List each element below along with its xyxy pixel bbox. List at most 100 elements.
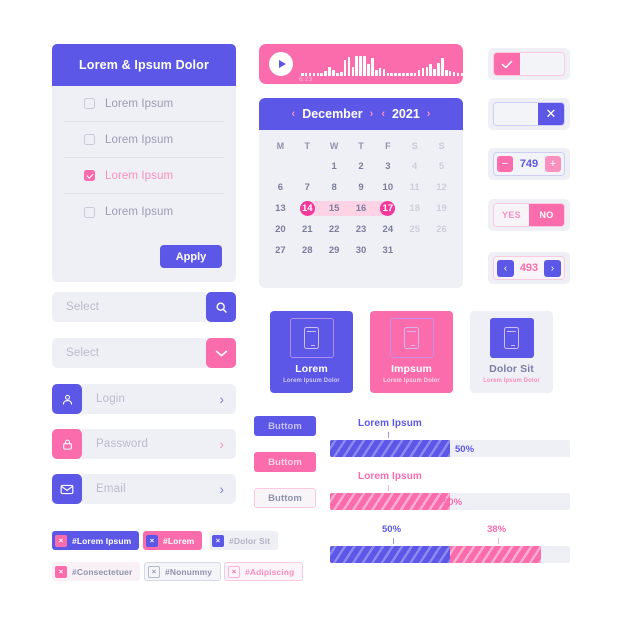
calendar-day-number[interactable]: 15 <box>327 201 342 216</box>
feature-card[interactable]: Lorem Lorem Ipsum Dolor <box>270 311 353 393</box>
chevron-left-icon-year[interactable]: ‹ <box>380 108 386 120</box>
close-icon[interactable]: × <box>146 534 158 547</box>
calendar-day[interactable]: 24 <box>374 219 401 240</box>
tag-chip[interactable]: × #Dolor Sit <box>209 531 279 550</box>
checkbox-row[interactable]: Lorem Ipsum <box>64 86 224 122</box>
calendar-day[interactable]: 10 <box>374 177 401 198</box>
calendar-day-number[interactable]: 23 <box>353 222 368 237</box>
close-toggle-empty[interactable] <box>494 103 538 125</box>
email-field[interactable]: Email › <box>52 474 236 504</box>
play-icon[interactable] <box>269 52 293 76</box>
close-icon[interactable]: × <box>228 565 240 578</box>
calendar-day-number[interactable]: 17 <box>380 201 396 216</box>
calendar-day[interactable]: 15 <box>320 198 348 219</box>
page-next-button[interactable]: › <box>544 259 561 277</box>
select-search-body[interactable]: Select <box>52 292 206 322</box>
calendar-day[interactable]: 18 <box>401 198 428 219</box>
calendar-day-number[interactable]: 11 <box>407 180 422 195</box>
calendar-day-number[interactable]: 5 <box>434 159 449 174</box>
button-primary[interactable]: Buttom <box>254 416 316 436</box>
calendar-day[interactable]: 27 <box>267 240 294 261</box>
tag-chip[interactable]: × #Lorem <box>143 531 203 550</box>
calendar-day[interactable]: 8 <box>321 177 348 198</box>
login-input[interactable]: Login › <box>82 384 236 414</box>
calendar-day-number[interactable]: 28 <box>300 243 315 258</box>
close-icon[interactable]: × <box>55 565 67 578</box>
calendar-day[interactable]: 14 <box>294 198 321 219</box>
calendar-day[interactable]: 30 <box>348 240 375 261</box>
button-outline[interactable]: Buttom <box>254 488 316 508</box>
calendar-day-number[interactable]: 14 <box>299 201 315 216</box>
calendar-day-number[interactable]: 1 <box>327 159 342 174</box>
chevron-right-icon[interactable]: › <box>219 436 224 452</box>
tag-chip[interactable]: × #Nonummy <box>144 562 222 581</box>
calendar-day-number[interactable]: 24 <box>380 222 395 237</box>
calendar-day[interactable]: 13 <box>267 198 294 219</box>
chevron-left-icon-month[interactable]: ‹ <box>291 108 297 120</box>
calendar-day-number[interactable]: 10 <box>380 180 395 195</box>
calendar-day[interactable]: 29 <box>321 240 348 261</box>
feature-card[interactable]: Dolor Sit Lorem Ipsum Dolor <box>470 311 553 393</box>
calendar-day[interactable]: 21 <box>294 219 321 240</box>
feature-card[interactable]: Impsum Lorem Ipsum Dolor <box>370 311 453 393</box>
calendar-day-number[interactable]: 29 <box>327 243 342 258</box>
calendar-day-number[interactable]: 27 <box>273 243 288 258</box>
calendar-day-number[interactable]: 25 <box>407 222 422 237</box>
button-secondary[interactable]: Buttom <box>254 452 316 472</box>
yes-button[interactable]: YES <box>494 204 529 226</box>
login-field[interactable]: Login › <box>52 384 236 414</box>
close-toggle-widget[interactable]: ✕ <box>488 98 570 130</box>
calendar-day[interactable]: 23 <box>348 219 375 240</box>
calendar-day[interactable]: 2 <box>348 156 375 177</box>
chevron-down-icon[interactable] <box>206 338 236 368</box>
calendar-day-number[interactable]: 2 <box>353 159 368 174</box>
tag-chip[interactable]: × #Consectetuer <box>52 562 141 581</box>
checkbox-icon-checked[interactable] <box>84 170 95 181</box>
calendar-day[interactable]: 9 <box>348 177 375 198</box>
search-icon[interactable] <box>206 292 236 322</box>
calendar-day[interactable]: 25 <box>401 219 428 240</box>
password-field[interactable]: Password › <box>52 429 236 459</box>
close-icon[interactable]: × <box>148 565 160 578</box>
password-input[interactable]: Password › <box>82 429 236 459</box>
calendar-day-number[interactable]: 31 <box>380 243 395 258</box>
calendar-day-number[interactable]: 18 <box>407 201 422 216</box>
calendar-day[interactable]: 20 <box>267 219 294 240</box>
increment-button[interactable]: + <box>545 156 561 172</box>
calendar-day[interactable]: 31 <box>374 240 401 261</box>
close-icon[interactable]: × <box>55 534 67 547</box>
calendar-day-number[interactable]: 12 <box>434 180 449 195</box>
checkbox-icon[interactable] <box>84 206 95 218</box>
calendar-day[interactable]: 4 <box>401 156 428 177</box>
calendar-day-number[interactable]: 6 <box>273 180 288 195</box>
chevron-right-icon-year[interactable]: › <box>426 108 432 120</box>
calendar-day-number[interactable]: 9 <box>353 180 368 195</box>
check-toggle-empty[interactable] <box>520 53 564 75</box>
calendar-day[interactable]: 17 <box>374 198 401 219</box>
checkbox-icon[interactable] <box>84 98 95 109</box>
calendar-day[interactable]: 28 <box>294 240 321 261</box>
calendar-day-number[interactable]: 8 <box>327 180 342 195</box>
chevron-right-icon[interactable]: › <box>219 391 224 407</box>
calendar-day-number[interactable]: 16 <box>353 201 368 216</box>
pagination-widget[interactable]: ‹ 493 › <box>488 252 570 284</box>
close-icon[interactable]: ✕ <box>538 103 564 125</box>
select-dropdown-field[interactable]: Select <box>52 338 236 368</box>
calendar-day-number[interactable]: 19 <box>434 201 449 216</box>
checkbox-row[interactable]: Lorem Ipsum <box>64 194 224 230</box>
select-search-field[interactable]: Select <box>52 292 236 322</box>
no-button[interactable]: NO <box>529 204 564 226</box>
calendar-day-number[interactable]: 26 <box>434 222 449 237</box>
calendar-day[interactable]: 16 <box>347 198 375 219</box>
tag-chip[interactable]: × #Adipiscing <box>224 562 304 581</box>
decrement-button[interactable]: − <box>497 156 513 172</box>
check-icon[interactable] <box>494 53 520 75</box>
calendar-day-number[interactable]: 22 <box>327 222 342 237</box>
calendar-day-number[interactable]: 4 <box>407 159 422 174</box>
calendar-day[interactable]: 19 <box>428 198 455 219</box>
checkbox-icon[interactable] <box>84 134 95 145</box>
calendar-day[interactable]: 12 <box>428 177 455 198</box>
calendar-day-number[interactable]: 13 <box>273 201 288 216</box>
select-dropdown-body[interactable]: Select <box>52 338 206 368</box>
yes-no-toggle[interactable]: YES NO <box>488 199 570 231</box>
